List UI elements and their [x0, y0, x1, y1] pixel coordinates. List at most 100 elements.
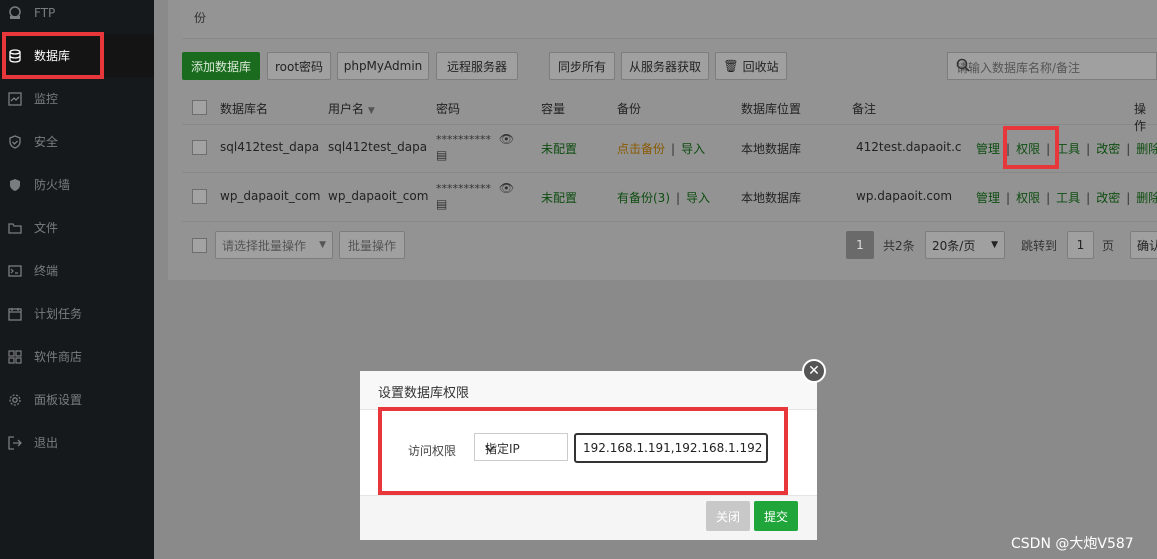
close-icon[interactable]: ✕	[802, 359, 826, 383]
sidebar-item-terminal[interactable]: 终端	[0, 249, 154, 292]
total-count: 共2条	[883, 239, 915, 253]
backup-cell: 有备份(3) | 导入	[617, 191, 711, 205]
change-password-link[interactable]: 改密	[1096, 142, 1120, 156]
change-password-link[interactable]: 改密	[1096, 191, 1120, 205]
db-user: sql412test_dapa	[328, 140, 428, 154]
col-user-label: 用户名	[328, 102, 365, 116]
notice-bar: 份	[182, 0, 1157, 39]
sidebar-item-label: 监控	[34, 92, 59, 106]
permission-dialog: 设置数据库权限 访问权限 指定IP 192.168.1.191,192.168.…	[360, 371, 817, 540]
monitor-icon	[8, 91, 22, 106]
highlight-database-nav	[2, 32, 104, 79]
search-input[interactable]: 请输入数据库名称/备注	[947, 52, 1157, 80]
batch-operation-button[interactable]: 批量操作	[339, 231, 405, 259]
db-name[interactable]: sql412test_dapa	[220, 140, 319, 154]
permission-link[interactable]: 权限	[1016, 191, 1040, 205]
sidebar-item-label: 防火墙	[34, 178, 71, 192]
submit-button[interactable]: 提交	[754, 501, 798, 531]
remote-server-button[interactable]: 远程服务器	[436, 52, 518, 80]
capacity-status[interactable]: 未配置	[541, 140, 577, 157]
notice-text: 份	[194, 11, 207, 25]
terminal-icon	[8, 264, 22, 278]
highlight-permission-form	[378, 407, 788, 495]
sidebar-item-security[interactable]: 安全	[0, 120, 154, 163]
page-current[interactable]: 1	[846, 231, 874, 259]
col-location: 数据库位置	[741, 102, 802, 116]
db-remark[interactable]: 412test.dapaoit.c	[856, 140, 962, 154]
db-remark[interactable]: wp.dapaoit.com	[856, 189, 952, 203]
folder-icon	[8, 221, 22, 235]
col-remark: 备注	[852, 102, 877, 116]
calendar-icon	[8, 307, 22, 321]
row-checkbox[interactable]	[192, 140, 207, 155]
sidebar-item-label: FTP	[34, 5, 56, 20]
sidebar-item-cron[interactable]: 计划任务	[0, 292, 154, 335]
col-password: 密码	[436, 102, 461, 116]
sidebar-item-logout[interactable]: 退出	[0, 421, 154, 464]
tools-link[interactable]: 工具	[1056, 191, 1080, 205]
fetch-from-server-button[interactable]: 从服务器获取	[621, 52, 709, 80]
add-database-button[interactable]: 添加数据库	[182, 52, 260, 80]
sidebar-item-label: 软件商店	[34, 350, 83, 364]
sidebar-item-ftp[interactable]: FTP	[0, 0, 154, 34]
password-cell: ********** 👁 ▤	[436, 181, 514, 211]
col-name: 数据库名	[220, 102, 269, 116]
select-all-checkbox[interactable]	[192, 100, 207, 115]
row-actions: 管理 | 权限 | 工具 | 改密 | 删除	[976, 189, 1157, 206]
eye-icon[interactable]: 👁	[499, 132, 514, 146]
sidebar-item-firewall[interactable]: 防火墙	[0, 163, 154, 206]
grid-icon	[8, 349, 22, 364]
close-button[interactable]: 关闭	[706, 501, 750, 531]
manage-link[interactable]: 管理	[976, 191, 1000, 205]
phpmyadmin-button[interactable]: phpMyAdmin	[337, 52, 429, 80]
sidebar-item-files[interactable]: 文件	[0, 206, 154, 249]
import-link[interactable]: 导入	[681, 142, 705, 156]
chevron-down-icon: ▼	[319, 240, 326, 250]
import-link[interactable]: 导入	[686, 191, 710, 205]
firewall-icon	[8, 178, 22, 192]
sidebar: FTP 数据库 监控 安全 防火墙 文件 终端 计划任务 软件商店 面板设置 退…	[0, 0, 154, 559]
manage-link[interactable]: 管理	[976, 142, 1000, 156]
recycle-bin-button[interactable]: 🗑 回收站	[715, 52, 787, 80]
search-icon[interactable]	[956, 58, 1152, 75]
db-name[interactable]: wp_dapaoit_com	[220, 189, 320, 203]
sidebar-item-label: 安全	[34, 135, 59, 149]
batch-operation-select[interactable]: 请选择批量操作 ▼	[215, 231, 333, 259]
recycle-bin-label: 回收站	[742, 59, 779, 74]
page-size-select[interactable]: 20条/页 ▼	[925, 231, 1005, 259]
copy-icon[interactable]: ▤	[436, 148, 514, 162]
backup-link[interactable]: 点击备份	[617, 142, 665, 156]
password-cell: ********** 👁 ▤	[436, 132, 514, 162]
db-location: 本地数据库	[741, 142, 802, 156]
col-backup: 备份	[617, 102, 642, 116]
shield-icon	[8, 134, 22, 149]
sidebar-item-store[interactable]: 软件商店	[0, 335, 154, 378]
db-user: wp_dapaoit_com	[328, 189, 429, 203]
copy-icon[interactable]: ▤	[436, 197, 514, 211]
chevron-down-icon: ▼	[991, 240, 998, 250]
jump-confirm-button[interactable]: 确认	[1130, 231, 1157, 259]
backup-link[interactable]: 有备份(3)	[617, 191, 670, 205]
table-row: wp_dapaoit_com wp_dapaoit_com **********…	[182, 173, 1157, 222]
batch-select-placeholder: 请选择批量操作	[222, 238, 307, 253]
page-size-value: 20条/页	[932, 238, 976, 253]
jump-page-input[interactable]: 1	[1067, 231, 1094, 259]
col-user[interactable]: 用户名 ▼	[328, 100, 375, 117]
batch-select-checkbox[interactable]	[192, 238, 207, 253]
ftp-icon	[8, 5, 22, 20]
delete-link[interactable]: 删除	[1136, 142, 1157, 156]
sidebar-item-label: 退出	[34, 436, 59, 450]
delete-link[interactable]: 删除	[1136, 191, 1157, 205]
sidebar-item-label: 面板设置	[34, 393, 83, 407]
sidebar-item-monitor[interactable]: 监控	[0, 77, 154, 120]
tools-link[interactable]: 工具	[1056, 142, 1080, 156]
sync-all-button[interactable]: 同步所有	[549, 52, 615, 80]
capacity-status[interactable]: 未配置	[541, 189, 577, 206]
sidebar-item-settings[interactable]: 面板设置	[0, 378, 154, 421]
dialog-header: 设置数据库权限	[360, 371, 817, 410]
backup-cell: 点击备份 | 导入	[617, 142, 706, 156]
root-password-button[interactable]: root密码	[267, 52, 331, 80]
db-location: 本地数据库	[741, 191, 802, 205]
row-checkbox[interactable]	[192, 189, 207, 204]
eye-icon[interactable]: 👁	[499, 181, 514, 195]
